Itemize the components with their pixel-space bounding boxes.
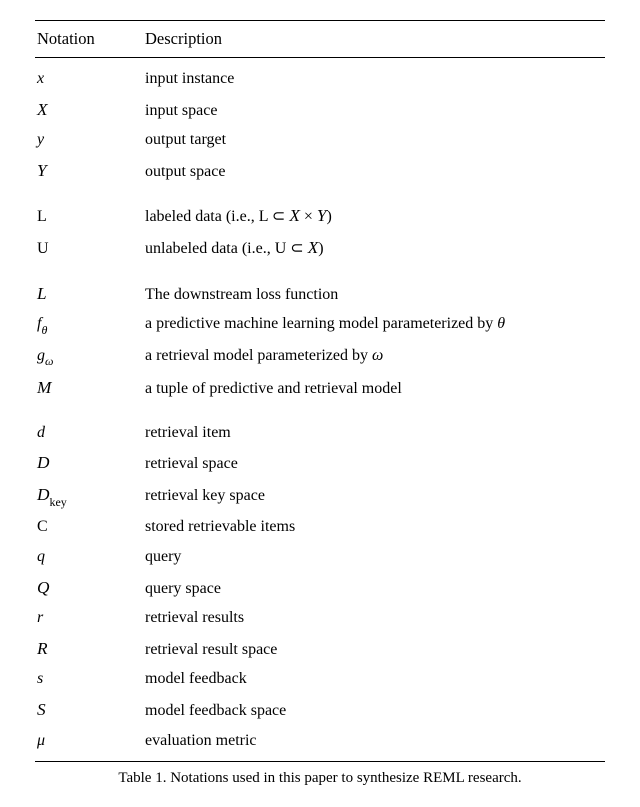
table-row: Rretrieval result space [35, 633, 605, 665]
table-row: Youtput space [35, 155, 605, 187]
description-cell: query space [135, 572, 605, 604]
notation-cell: L [35, 278, 135, 310]
table-row: Smodel feedback space [35, 694, 605, 726]
table-row: Ma tuple of predictive and retrieval mod… [35, 372, 605, 404]
notation-cell: D [35, 447, 135, 479]
notation-cell: Dkey [35, 479, 135, 512]
notation-cell: y [35, 125, 135, 155]
notation-cell: s [35, 664, 135, 694]
table-row: youtput target [35, 125, 605, 155]
table-row: LThe downstream loss function [35, 278, 605, 310]
spacer-row [35, 404, 605, 418]
description-cell: retrieval key space [135, 479, 605, 512]
description-cell: model feedback space [135, 694, 605, 726]
table-row: Qquery space [35, 572, 605, 604]
notation-cell: C [35, 512, 135, 542]
notation-cell: r [35, 603, 135, 633]
description-cell: a tuple of predictive and retrieval mode… [135, 372, 605, 404]
notation-cell: d [35, 418, 135, 448]
description-cell: input space [135, 94, 605, 126]
table-row: Xinput space [35, 94, 605, 126]
table-row: Dkeyretrieval key space [35, 479, 605, 512]
notation-cell: Y [35, 155, 135, 187]
description-cell: unlabeled data (i.e., U ⊂ X) [135, 232, 605, 264]
description-cell: a predictive machine learning model para… [135, 309, 605, 340]
description-cell: retrieval space [135, 447, 605, 479]
table-row: gωa retrieval model parameterized by ω [35, 341, 605, 372]
description-cell: a retrieval model parameterized by ω [135, 341, 605, 372]
spacer-row [35, 186, 605, 200]
table-row: μevaluation metric [35, 726, 605, 762]
description-cell: labeled data (i.e., L ⊂ X × Y) [135, 200, 605, 232]
notation-cell: M [35, 372, 135, 404]
table-row: Uunlabeled data (i.e., U ⊂ X) [35, 232, 605, 264]
description-cell: output target [135, 125, 605, 155]
description-cell: stored retrievable items [135, 512, 605, 542]
description-cell: output space [135, 155, 605, 187]
description-cell: The downstream loss function [135, 278, 605, 310]
notation-cell: q [35, 542, 135, 572]
header-notation: Notation [35, 21, 135, 58]
table-row: Cstored retrievable items [35, 512, 605, 542]
table-body: xinput instanceXinput spaceyoutput targe… [35, 58, 605, 762]
table-row: Llabeled data (i.e., L ⊂ X × Y) [35, 200, 605, 232]
table-row: dretrieval item [35, 418, 605, 448]
table-row: fθa predictive machine learning model pa… [35, 309, 605, 340]
description-cell: input instance [135, 58, 605, 94]
notation-cell: gω [35, 341, 135, 372]
notation-cell: x [35, 58, 135, 94]
table-header-row: Notation Description [35, 21, 605, 58]
description-cell: retrieval result space [135, 633, 605, 665]
table-row: xinput instance [35, 58, 605, 94]
table-row: smodel feedback [35, 664, 605, 694]
table-row: rretrieval results [35, 603, 605, 633]
description-cell: evaluation metric [135, 726, 605, 762]
table-row: qquery [35, 542, 605, 572]
notation-cell: U [35, 232, 135, 264]
notation-cell: Q [35, 572, 135, 604]
notation-cell: R [35, 633, 135, 665]
description-cell: retrieval item [135, 418, 605, 448]
table-row: Dretrieval space [35, 447, 605, 479]
header-description: Description [135, 21, 605, 58]
notation-cell: S [35, 694, 135, 726]
notation-cell: X [35, 94, 135, 126]
table-caption: Table 1. Notations used in this paper to… [35, 762, 605, 787]
description-cell: model feedback [135, 664, 605, 694]
notation-cell: L [35, 200, 135, 232]
notation-table: Notation Description xinput instanceXinp… [35, 20, 605, 762]
description-cell: query [135, 542, 605, 572]
spacer-row [35, 264, 605, 278]
notation-cell: fθ [35, 309, 135, 340]
notation-cell: μ [35, 726, 135, 762]
description-cell: retrieval results [135, 603, 605, 633]
